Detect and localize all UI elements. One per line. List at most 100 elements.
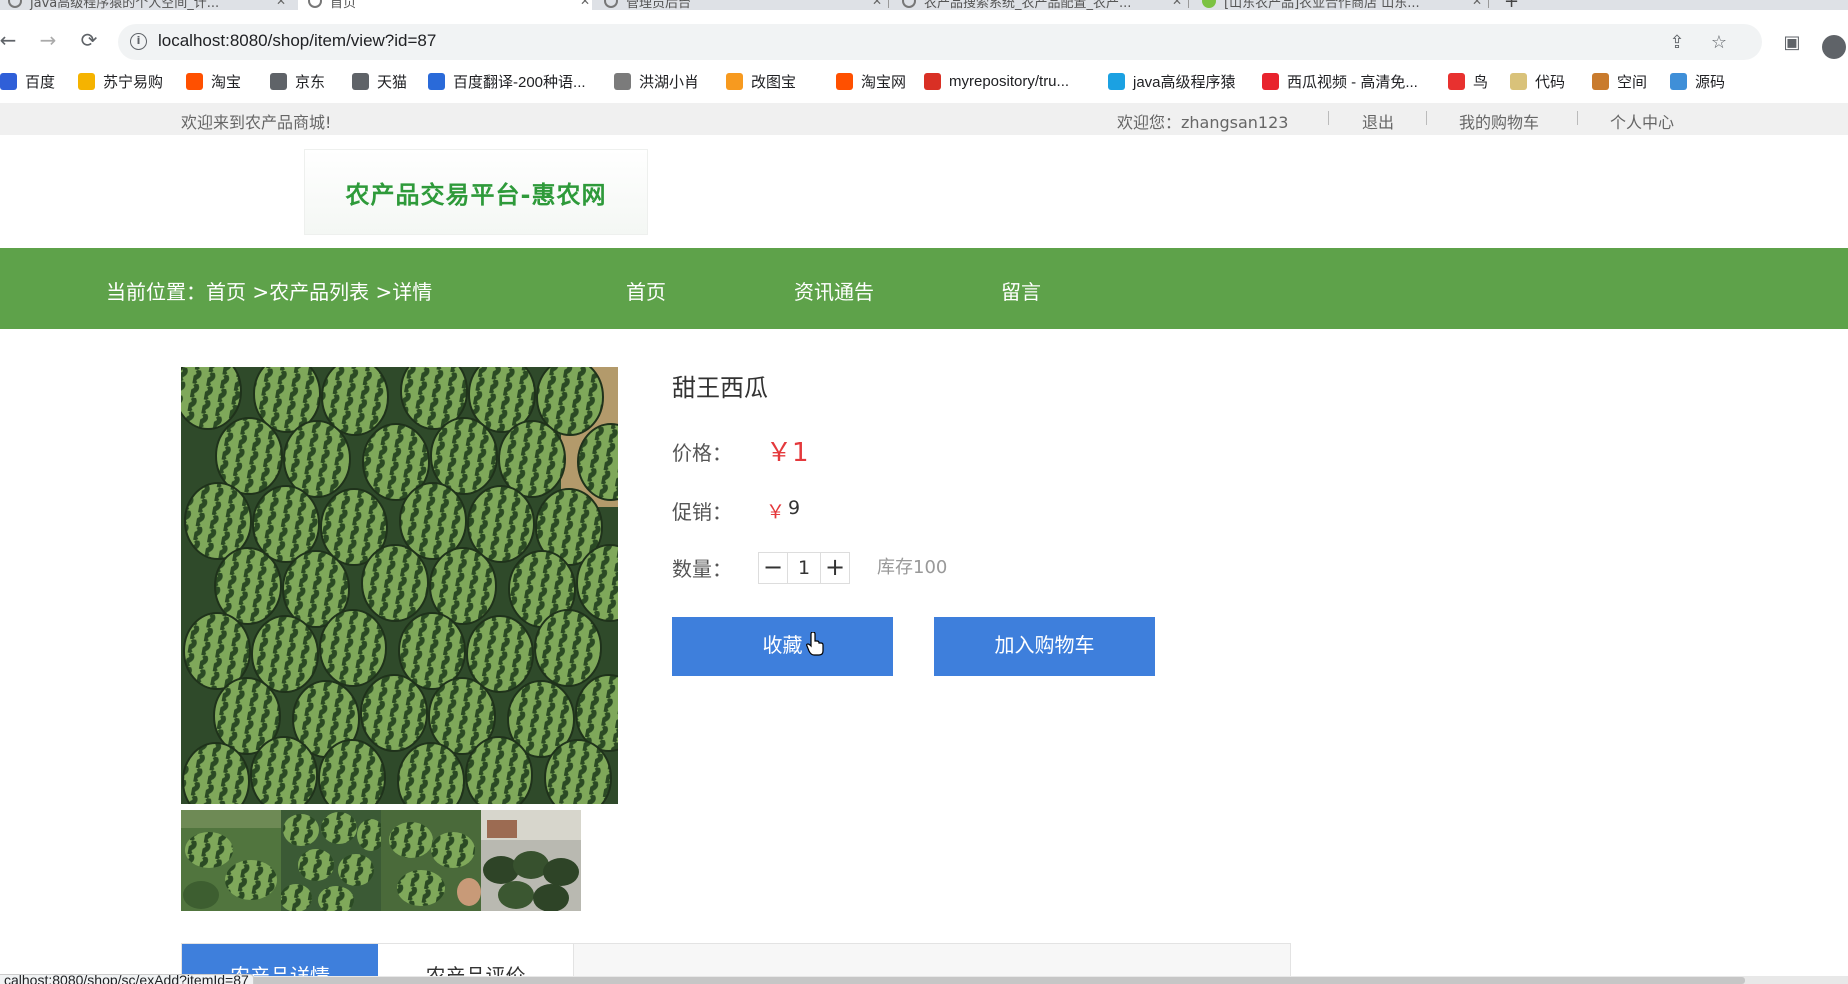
price-value: ￥1	[766, 438, 809, 468]
bookmark-label: 百度翻译-200种语...	[453, 73, 586, 91]
bookmark-favicon-icon	[1262, 72, 1279, 90]
bookmark-favicon-icon	[186, 72, 203, 90]
address-bar[interactable]: i localhost:8080/shop/item/view?id=87 ⇪ …	[118, 24, 1762, 60]
bookmark-item[interactable]: 淘宝网	[836, 69, 906, 93]
bookmark-item[interactable]: 天猫	[352, 69, 407, 93]
breadcrumb: 当前位置：首页 >农产品列表 >详情	[106, 276, 432, 305]
bookmark-item[interactable]: myrepository/tru...	[924, 69, 1069, 93]
tab-separator	[1188, 0, 1189, 8]
favorite-button[interactable]: 收藏	[672, 617, 893, 676]
horizontal-scrollbar[interactable]	[0, 976, 1848, 984]
bookmark-favicon-icon	[726, 72, 743, 90]
bookmark-favicon-icon	[270, 72, 287, 90]
user-welcome-text: 欢迎您：zhangsan123	[1117, 113, 1289, 132]
promo-label: 促销：	[672, 500, 732, 524]
stock-text: 库存100	[877, 557, 948, 578]
my-cart-link[interactable]: 我的购物车	[1459, 109, 1539, 133]
divider	[1328, 111, 1329, 125]
bookmark-item[interactable]: 源码	[1670, 69, 1725, 93]
logout-link[interactable]: 退出	[1362, 109, 1394, 133]
breadcrumb-list[interactable]: >农产品列表	[246, 280, 369, 304]
add-to-cart-button[interactable]: 加入购物车	[934, 617, 1155, 676]
bookmark-favicon-icon	[614, 72, 631, 90]
tab-title: 首页	[330, 0, 357, 10]
bookmark-label: 代码	[1535, 73, 1566, 91]
nav-link-messages[interactable]: 留言	[1001, 276, 1041, 305]
back-arrow-icon[interactable]: ←	[0, 28, 20, 52]
share-icon[interactable]: ⇪	[1666, 32, 1688, 53]
profile-avatar-icon[interactable]	[1822, 35, 1846, 59]
bookmark-item[interactable]: 淘宝	[186, 69, 241, 93]
reload-icon[interactable]: ⟳	[77, 28, 101, 52]
tab-title: [山东农产品]农业合作商店 山东...	[1224, 0, 1420, 10]
close-icon[interactable]: ✕	[872, 0, 882, 8]
thumbnail-3-image	[381, 810, 481, 911]
close-icon[interactable]: ✕	[1172, 0, 1182, 8]
thumbnail-image[interactable]	[381, 810, 481, 911]
browser-tab[interactable]: 农产品搜索系统_农产品配置_农产... ✕	[902, 0, 1184, 10]
close-icon[interactable]: ✕	[1472, 0, 1482, 8]
browser-tab-active[interactable]: 首页 ✕	[298, 0, 592, 10]
product-thumbnails	[181, 810, 581, 911]
close-icon[interactable]: ✕	[276, 0, 286, 8]
browser-tab[interactable]: java高级程序猿的个人空间_计... ✕	[8, 0, 288, 10]
bookmark-item[interactable]: 西瓜视频 - 高清免...	[1262, 69, 1418, 93]
forward-arrow-icon[interactable]: →	[36, 28, 60, 52]
bookmark-favicon-icon	[1108, 72, 1125, 90]
nav-link-home[interactable]: 首页	[626, 276, 666, 305]
tab-separator	[1488, 0, 1489, 8]
bookmark-item[interactable]: java高级程序猿	[1108, 69, 1236, 93]
page-icon	[8, 0, 22, 8]
quantity-input[interactable]: 1	[788, 552, 820, 584]
tab-separator	[888, 0, 889, 8]
bookmark-label: 京东	[295, 73, 326, 91]
scrollbar-thumb[interactable]	[0, 977, 1745, 984]
bookmark-favicon-icon	[78, 72, 95, 90]
browser-toolbar: ← → ⟳ i localhost:8080/shop/item/view?id…	[0, 10, 1848, 72]
new-tab-button[interactable]: +	[1504, 0, 1524, 10]
site-logo[interactable]: 农产品交易平台-惠农网	[304, 149, 648, 235]
quantity-label: 数量：	[672, 557, 732, 581]
bookmark-favicon-icon	[0, 72, 17, 90]
browser-status-url: calhost:8080/shop/sc/exAdd?itemId=87	[0, 974, 254, 984]
bookmark-item[interactable]: 改图宝	[726, 69, 796, 93]
bookmark-item[interactable]: 鸟	[1448, 69, 1488, 93]
browser-tab[interactable]: 管理员后台 ✕	[604, 0, 884, 10]
bookmark-item[interactable]: 空间	[1592, 69, 1647, 93]
bookmark-item[interactable]: 洪湖小肖	[614, 69, 699, 93]
close-icon[interactable]: ✕	[580, 0, 590, 8]
browser-tab[interactable]: [山东农产品]农业合作商店 山东... ✕	[1202, 0, 1484, 10]
bookmark-favicon-icon	[1510, 72, 1527, 90]
side-panel-icon[interactable]: ▣	[1780, 32, 1804, 53]
quantity-decrease-button[interactable]: −	[758, 552, 788, 584]
bookmark-item[interactable]: 百度	[0, 69, 55, 93]
bookmark-label: 改图宝	[751, 73, 797, 91]
bookmark-item[interactable]: 京东	[270, 69, 325, 93]
logo-text: 农产品交易平台-惠农网	[345, 180, 607, 209]
bookmark-label: java高级程序猿	[1133, 73, 1236, 91]
star-icon[interactable]: ☆	[1708, 32, 1730, 53]
promo-value: 9	[788, 497, 801, 519]
thumbnail-image[interactable]	[181, 810, 281, 911]
page-icon	[604, 0, 618, 8]
bookmark-label: myrepository/tru...	[949, 72, 1070, 90]
bookmark-label: 鸟	[1473, 73, 1489, 91]
thumbnail-image[interactable]	[281, 810, 381, 911]
profile-center-link[interactable]: 个人中心	[1610, 109, 1674, 133]
tab-title: java高级程序猿的个人空间_计...	[30, 0, 220, 10]
bookmark-item[interactable]: 代码	[1510, 69, 1565, 93]
nav-link-news[interactable]: 资讯通告	[794, 276, 874, 305]
bookmark-label: 淘宝网	[861, 73, 907, 91]
bookmark-label: 源码	[1695, 73, 1726, 91]
thumbnail-image[interactable]	[481, 810, 581, 911]
bookmark-item[interactable]: 苏宁易购	[78, 69, 163, 93]
url-text[interactable]: localhost:8080/shop/item/view?id=87	[158, 31, 436, 51]
bookmark-item[interactable]: 百度翻译-200种语...	[428, 69, 586, 93]
site-header: 农产品交易平台-惠农网	[0, 135, 1848, 248]
divider	[1577, 111, 1578, 125]
bookmark-label: 苏宁易购	[103, 73, 164, 91]
quantity-increase-button[interactable]: +	[820, 552, 850, 584]
product-main-image[interactable]	[181, 367, 618, 804]
info-icon[interactable]: i	[130, 33, 147, 50]
breadcrumb-home[interactable]: 首页	[206, 280, 246, 304]
